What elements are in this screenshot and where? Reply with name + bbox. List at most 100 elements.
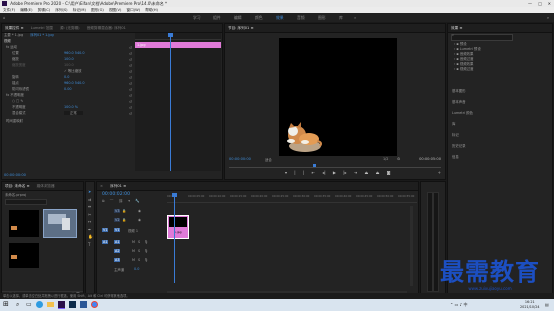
workspace-tab-audio[interactable]: 音频	[297, 13, 305, 22]
property-value[interactable]: 0.0	[64, 75, 69, 79]
settings-wrench-icon[interactable]: ⚙	[397, 157, 400, 161]
program-timecode-right[interactable]: 00:00:05:00	[419, 157, 441, 161]
effects-search-input[interactable]	[451, 34, 513, 41]
program-scrubber[interactable]	[229, 164, 441, 168]
timeline-settings-icon[interactable]: 🔧	[135, 199, 139, 203]
maximize-button[interactable]: □	[538, 0, 542, 7]
lock-icon[interactable]: 🔒	[122, 209, 126, 213]
slip-tool-icon[interactable]: ↔	[88, 218, 93, 226]
solo-button[interactable]: S	[138, 240, 140, 244]
scrubber-playhead[interactable]	[313, 164, 316, 167]
track-row-master[interactable]: 主声道 0.0	[102, 266, 166, 273]
section-markers[interactable]: 标记	[452, 130, 473, 141]
menu-help[interactable]: 帮助(H)	[145, 8, 158, 12]
tab-project[interactable]: 项目: 未命名 ≡	[2, 182, 32, 190]
mark-in-icon[interactable]: ▾	[285, 170, 287, 175]
chrome-icon[interactable]	[91, 301, 98, 308]
effects-item-video-transitions[interactable]: › ▪ 视频过渡	[454, 67, 481, 72]
track-row-a1[interactable]: A1 A1 M S 🎙	[102, 239, 166, 246]
property-row[interactable]: 防闪烁滤镜 0.00	[12, 87, 72, 92]
pen-tool-icon[interactable]: ✒	[88, 226, 93, 234]
type-tool-icon[interactable]: T	[88, 241, 93, 249]
track-select-icon[interactable]: ⇉	[88, 196, 93, 204]
property-row[interactable]: 锚点 960.0 540.0	[12, 81, 85, 86]
close-button[interactable]: ✕	[548, 0, 551, 7]
property-value[interactable]: 0.00	[64, 87, 72, 91]
timeline-track-area[interactable]: 1.jpg	[167, 193, 407, 287]
home-icon[interactable]: ⌂	[3, 13, 5, 22]
mic-icon[interactable]: 🎙	[144, 258, 148, 262]
property-row[interactable]: 时间重映射	[6, 119, 23, 124]
property-row[interactable]: fx 运动	[6, 45, 17, 50]
property-row[interactable]: ○ □ ✎	[12, 99, 23, 104]
mask-tools[interactable]: ○ □ ✎	[12, 99, 23, 103]
project-thumbnail-image[interactable]	[43, 209, 77, 238]
project-thumbnail-sequence[interactable]	[9, 210, 39, 237]
mic-icon[interactable]: 🎙	[144, 249, 148, 253]
section-essential-sound[interactable]: 基本声音	[452, 97, 473, 108]
track-row-v1[interactable]: V1 V1 视频 1	[102, 226, 166, 236]
workspace-tab-assembly[interactable]: 组件	[213, 13, 221, 22]
minimize-button[interactable]: —	[528, 0, 532, 7]
tab-effects[interactable]: 效果 ≡	[448, 24, 465, 32]
tab-source[interactable]: 源: (无剪辑)	[57, 24, 83, 32]
track-row-v2[interactable]: V2 🔒 ◉	[102, 217, 166, 224]
notification-icon[interactable]: ▤	[545, 302, 549, 307]
menu-graphics[interactable]: 图形(G)	[91, 8, 104, 12]
mute-button[interactable]: M	[132, 240, 135, 244]
property-value[interactable]: 100.0	[64, 57, 74, 61]
mute-button[interactable]: M	[132, 249, 135, 253]
menu-view[interactable]: 视图(V)	[109, 8, 121, 12]
workspace-tab-learn[interactable]: 学习	[193, 13, 201, 22]
tray-icons[interactable]: ⌃ ▭ ♪ 中	[450, 302, 468, 308]
button-editor-icon[interactable]: +	[438, 170, 441, 175]
source-patch-v1[interactable]: V1	[102, 228, 109, 232]
timeline-ruler[interactable]: 00:00 00:00:05:00 00:00:10:00 00:00:15:0…	[167, 193, 417, 203]
play-icon[interactable]: ▶	[333, 170, 336, 175]
selection-tool-icon[interactable]: ➤	[88, 188, 93, 196]
workspace-tab-libraries[interactable]: 库	[339, 13, 343, 22]
timeline-playhead-head[interactable]	[172, 193, 177, 197]
start-windows-icon[interactable]: ⊞	[3, 301, 10, 308]
property-value[interactable]: 100.0	[64, 63, 74, 67]
program-timecode-left[interactable]: 00:00:00:00	[229, 157, 251, 161]
section-libraries[interactable]: 库	[452, 119, 473, 130]
tab-lumetri-scopes[interactable]: Lumetri 范围	[28, 24, 56, 32]
track-row-a3[interactable]: A3 M S 🎙	[102, 257, 166, 264]
section-essential-graphics[interactable]: 基本图形	[452, 86, 473, 97]
timeline-playhead-line[interactable]	[174, 193, 175, 283]
photoshop-icon[interactable]	[69, 301, 76, 308]
property-row[interactable]: 不透明度 100.0 %	[12, 105, 78, 110]
linked-selection-icon[interactable]: ⛓	[118, 199, 123, 203]
go-to-out-icon[interactable]: ⇥	[354, 170, 357, 175]
edge-icon[interactable]	[36, 301, 43, 308]
mark-clip-icon[interactable]: |	[303, 170, 304, 175]
workspace-tab-effects[interactable]: 效果	[276, 13, 284, 22]
property-value[interactable]: 960.0 540.0	[64, 81, 85, 85]
program-video-frame[interactable]	[279, 38, 397, 156]
quality-select[interactable]: 1/2	[383, 157, 388, 161]
step-back-icon[interactable]: ◂|	[322, 170, 325, 175]
property-row[interactable]: ✓ 等比缩放	[12, 69, 81, 74]
nest-icon[interactable]: ⧉	[102, 199, 105, 203]
property-row[interactable]: 旋转 0.0	[12, 75, 69, 80]
hand-tool-icon[interactable]: ✋	[88, 233, 93, 241]
track-row-v3[interactable]: V3 🔒 ◉	[102, 208, 166, 215]
menu-clip[interactable]: 剪辑(C)	[38, 8, 51, 12]
workspace-tab-color[interactable]: 颜色	[255, 13, 263, 22]
ripple-edit-icon[interactable]: ⇹	[88, 203, 93, 211]
menu-sequence[interactable]: 序列(S)	[55, 8, 67, 12]
effect-controls-timecode[interactable]: 00:00:00:00	[4, 173, 26, 177]
property-row[interactable]: 混合模式 正常	[12, 111, 83, 116]
step-forward-icon[interactable]: |▸	[343, 170, 346, 175]
snap-icon[interactable]: ⌒	[110, 199, 114, 203]
more-workspaces-icon[interactable]: »	[354, 13, 356, 22]
menu-edit[interactable]: 编辑(E)	[20, 8, 32, 12]
mark-out-icon[interactable]: |	[294, 170, 295, 175]
timeline-vertical-scrollbar[interactable]	[410, 206, 413, 286]
timeline-timecode[interactable]: 00:00:02:00	[102, 192, 130, 197]
tab-program[interactable]: 节目: 序列01 ≡	[225, 24, 256, 32]
menu-file[interactable]: 文件(F)	[3, 8, 15, 12]
lock-icon[interactable]: 🔒	[122, 218, 126, 222]
tab-effect-controls[interactable]: 效果控件 ≡	[2, 24, 27, 32]
